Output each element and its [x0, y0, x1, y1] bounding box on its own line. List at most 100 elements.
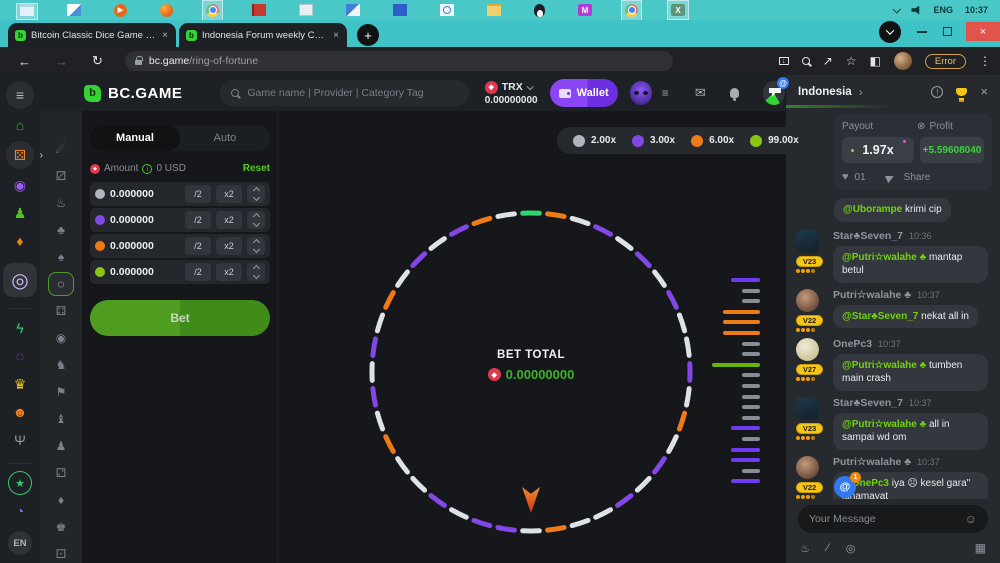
photos-icon[interactable]	[67, 4, 81, 16]
share-icon[interactable]	[885, 171, 899, 183]
tab-auto[interactable]: Auto	[180, 132, 270, 144]
balance-selector[interactable]: ◆ TRX 0.00000000	[485, 81, 538, 106]
rail-game-icon[interactable]: ♨	[48, 195, 74, 211]
lock-icon[interactable]	[135, 60, 142, 65]
avatar[interactable]	[796, 397, 819, 420]
tray-expand-icon[interactable]	[893, 5, 901, 13]
username[interactable]: Putri☆walahe ♣	[833, 456, 911, 468]
username[interactable]: Star♣Seven_7	[833, 230, 903, 242]
folder-icon[interactable]	[487, 4, 501, 16]
amount-stepper[interactable]	[247, 237, 265, 255]
username[interactable]: Putri☆walahe ♣	[833, 289, 911, 301]
mention-link[interactable]: @Star♣Seven_7	[842, 311, 918, 322]
chat-toggle-icon[interactable]: @	[763, 81, 785, 105]
username[interactable]: Star♣Seven_7	[833, 397, 903, 409]
profile-chevron-icon[interactable]	[879, 21, 901, 43]
half-button[interactable]: /2	[185, 211, 211, 229]
mention-jump-button[interactable]: @ 1	[834, 476, 856, 498]
roulette-icon[interactable]: ◌	[8, 344, 32, 368]
browser-profile-avatar[interactable]	[894, 52, 912, 70]
search-input[interactable]	[247, 87, 457, 99]
tab-close-icon[interactable]: ×	[161, 30, 169, 41]
zoom-icon[interactable]	[802, 57, 810, 65]
recent-icon[interactable]: ◔	[8, 499, 32, 523]
like-icon[interactable]: ♥	[842, 171, 849, 183]
chat-rules-icon[interactable]: !	[931, 86, 943, 98]
avatar[interactable]	[796, 230, 819, 253]
double-button[interactable]: x2	[216, 263, 242, 281]
media-m-icon[interactable]: M	[578, 4, 592, 16]
back-icon[interactable]: ←	[18, 54, 31, 69]
amount-stepper[interactable]	[247, 211, 265, 229]
keyboard-icon[interactable]: ▦	[975, 541, 986, 555]
half-button[interactable]: /2	[185, 237, 211, 255]
rail-game-icon[interactable]: ♦	[48, 492, 74, 508]
inbox-icon[interactable]: ✉	[695, 85, 706, 101]
share-icon[interactable]: ↗	[823, 54, 833, 68]
mention-link[interactable]: @Putri☆walahe ♣	[842, 252, 926, 263]
amount-stepper[interactable]	[247, 185, 265, 203]
amount-stepper[interactable]	[247, 263, 265, 281]
book-icon[interactable]	[252, 4, 266, 16]
username[interactable]: OnePc3	[833, 338, 872, 350]
avatar[interactable]	[796, 289, 819, 312]
chrome-icon[interactable]	[206, 4, 219, 17]
reset-button[interactable]: Reset	[243, 163, 270, 174]
restore-button[interactable]	[943, 27, 952, 36]
chat-close-icon[interactable]: ×	[980, 84, 988, 99]
rail-game-ring-of-fortune[interactable]: ◌	[48, 272, 74, 296]
notifications-bell-icon[interactable]	[730, 88, 739, 98]
clock[interactable]: 10:37	[965, 5, 988, 15]
rail-game-icon[interactable]: ⚂	[48, 168, 74, 184]
star-program-icon[interactable]: ★	[8, 471, 32, 495]
rail-game-icon[interactable]: ♟	[48, 438, 74, 454]
info-icon[interactable]: i	[142, 164, 152, 174]
dice-game-icon[interactable]: ⚄›	[6, 141, 34, 169]
affiliate-icon[interactable]: Ψ	[8, 428, 32, 452]
tab-close-icon[interactable]: ×	[332, 30, 340, 41]
bookmark-star-icon[interactable]: ☆	[846, 54, 857, 68]
game-search[interactable]	[220, 80, 468, 106]
bet-amount-value[interactable]: 0.000000	[110, 266, 180, 278]
lottery-icon[interactable]: ♦	[8, 229, 32, 253]
chat-input[interactable]: ☺	[798, 505, 988, 533]
search-app-icon[interactable]	[440, 4, 454, 16]
bet-amount-value[interactable]: 0.000000	[110, 188, 180, 200]
bonus-icon[interactable]: ϟ	[8, 316, 32, 340]
double-button[interactable]: x2	[216, 237, 242, 255]
mention-link[interactable]: @Putri☆walahe ♣	[842, 419, 926, 430]
live-casino-icon[interactable]: ♟	[8, 201, 32, 225]
bets-list-icon[interactable]: ≡	[662, 86, 669, 100]
target-game-icon[interactable]: ◎	[3, 263, 37, 297]
casino-chip-icon[interactable]: ◉	[8, 173, 32, 197]
rail-game-icon[interactable]: ♝	[48, 411, 74, 427]
chevron-right-icon[interactable]: ›	[859, 85, 863, 99]
bet-button[interactable]: Bet	[90, 300, 270, 336]
browser-menu-icon[interactable]: ⋮	[979, 54, 991, 68]
tip-coin-icon[interactable]: ◎	[846, 542, 856, 555]
double-button[interactable]: x2	[216, 211, 242, 229]
bet-amount-value[interactable]: 0.000000	[110, 240, 180, 252]
avatar[interactable]	[796, 456, 819, 479]
volume-icon[interactable]	[911, 6, 921, 15]
reload-icon[interactable]: ↻	[92, 53, 103, 69]
half-button[interactable]: /2	[185, 263, 211, 281]
rail-game-icon[interactable]: ⚃	[48, 303, 74, 319]
vip-crown-icon[interactable]: ♛	[8, 372, 32, 396]
avatar[interactable]	[796, 338, 819, 361]
trophy-icon[interactable]	[956, 88, 967, 96]
mention-link[interactable]: @Uborampe	[843, 204, 902, 215]
paint-app-icon[interactable]	[346, 4, 360, 16]
emoji-icon[interactable]: ☺	[965, 512, 977, 526]
close-button[interactable]: ×	[966, 22, 1000, 41]
half-button[interactable]: /2	[185, 185, 211, 203]
chat-channel[interactable]: Indonesia	[798, 86, 852, 98]
party-icon[interactable]: ☻	[8, 400, 32, 424]
bet-amount-value[interactable]: 0.000000	[110, 214, 180, 226]
rail-game-icon[interactable]: ◉	[48, 330, 74, 346]
rail-game-icon[interactable]: ⚀	[48, 546, 74, 562]
error-badge[interactable]: Error	[925, 54, 966, 69]
command-slash-icon[interactable]: ∕	[827, 542, 829, 554]
language-button[interactable]: EN	[8, 531, 32, 555]
media-player-icon[interactable]: ▶	[114, 4, 127, 17]
